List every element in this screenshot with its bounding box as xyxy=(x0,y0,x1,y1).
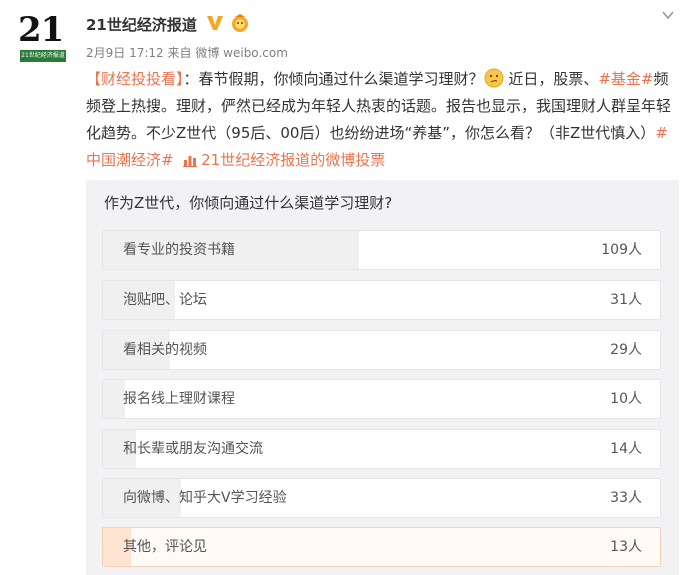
poll-option-label: 和长辈或朋友沟通交流 xyxy=(123,441,263,457)
poll-option-bar xyxy=(103,380,126,418)
poll-option[interactable]: 向微博、知乎大V学习经验 33人 xyxy=(102,478,661,518)
poll-option-label: 报名线上理财课程 xyxy=(123,391,235,407)
poll-option[interactable]: 其他，评论见 13人 xyxy=(102,527,661,567)
poll-option[interactable]: 和长辈或朋友沟通交流 14人 xyxy=(102,429,661,469)
verified-icon xyxy=(207,16,223,30)
avatar[interactable]: 21 21世纪经济报道 xyxy=(8,8,72,64)
poll-option-label: 向微博、知乎大V学习经验 xyxy=(123,490,287,506)
poll-option-count: 29人 xyxy=(610,342,642,358)
hashtag-fund[interactable]: #基金# xyxy=(598,70,653,88)
avatar-number: 21 xyxy=(18,10,64,50)
poll-option[interactable]: 看相关的视频 29人 xyxy=(102,330,661,370)
poll-option-count: 109人 xyxy=(601,242,642,258)
poll-option[interactable]: 报名线上理财课程 10人 xyxy=(102,379,661,419)
post-meta: 2月9日 17:12 来自 微博 weibo.com xyxy=(86,44,288,61)
poll-link[interactable]: 21世纪经济报道的微博投票 xyxy=(183,151,385,169)
poll-chart-icon xyxy=(183,156,198,167)
post-text-part1: ：春节假期，你倾向通过什么渠道学习理财？ xyxy=(183,70,484,88)
poll-option-label: 其他，评论见 xyxy=(123,539,207,555)
poll-option-label: 看专业的投资书籍 xyxy=(123,242,235,258)
avatar-caption: 21世纪经济报道 xyxy=(20,50,66,62)
poll-link-text: 21世纪经济报道的微博投票 xyxy=(201,151,386,169)
poll-card: 作为Z世代，你倾向通过什么渠道学习理财? 看专业的投资书籍 109人泡贴吧、论坛 3… xyxy=(86,180,679,575)
poll-option-label: 泡贴吧、论坛 xyxy=(123,292,207,308)
poll-option[interactable]: 泡贴吧、论坛 31人 xyxy=(102,280,661,320)
member-badge-icon[interactable] xyxy=(230,13,250,33)
post-text: 【财经投投看】：春节假期，你倾向通过什么渠道学习理财？ 近日，股票、#基金#频频… xyxy=(86,66,671,174)
bracket-open: 【 xyxy=(86,70,102,88)
post-time[interactable]: 17:12 xyxy=(129,46,164,60)
bracket-close: 】 xyxy=(176,70,184,88)
account-name[interactable]: 21世纪经济报道 xyxy=(86,14,197,35)
poll-option-count: 14人 xyxy=(610,441,642,457)
poll-option-count: 31人 xyxy=(610,292,642,308)
poll-option-count: 13人 xyxy=(610,539,642,555)
poll-option-count: 33人 xyxy=(610,490,642,506)
thinking-emoji-icon xyxy=(484,68,504,88)
chevron-down-icon[interactable] xyxy=(660,8,676,22)
poll-question: 作为Z世代，你倾向通过什么渠道学习理财? xyxy=(104,194,393,212)
poll-option[interactable]: 看专业的投资书籍 109人 xyxy=(102,230,661,270)
poll-option-count: 10人 xyxy=(610,391,642,407)
poll-option-label: 看相关的视频 xyxy=(123,342,207,358)
post-date[interactable]: 2月9日 xyxy=(86,46,125,60)
topic-tag[interactable]: 财经投投看 xyxy=(101,70,176,88)
post-source: 来自 微博 weibo.com xyxy=(167,46,288,60)
post-text-part2: 近日，股票、 xyxy=(508,70,599,88)
